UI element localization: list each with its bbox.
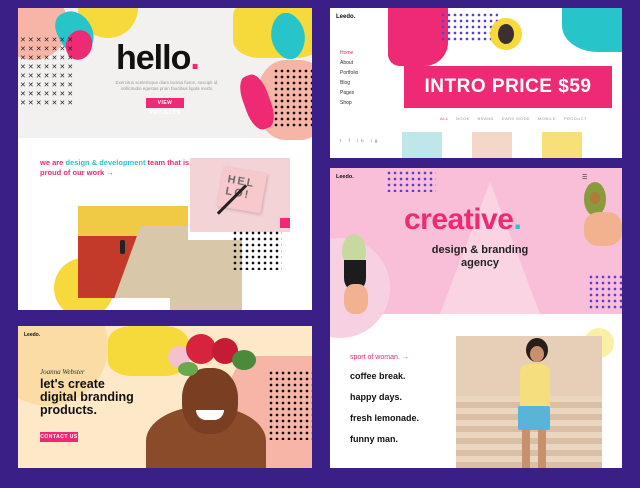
branding-headline: let's create digital branding products.	[40, 378, 160, 417]
photo-person	[120, 240, 125, 254]
filter-mobile[interactable]: MOBILE	[538, 116, 556, 121]
woman-photo	[456, 336, 602, 468]
hand-right	[584, 212, 622, 246]
woman-face	[530, 346, 544, 362]
hand-left	[344, 284, 368, 314]
filter-dark-mode[interactable]: DARK MODE	[502, 116, 531, 121]
hello-tagline: Exercitus scelerisque diam lacinia fusce…	[115, 80, 219, 91]
creative-hero	[330, 168, 622, 338]
hello-card-photo: HEL LO!	[190, 158, 290, 232]
linkedin-icon[interactable]: in	[357, 138, 367, 143]
social-links: t f in ig	[340, 138, 380, 143]
dot-pattern-bottom	[232, 230, 282, 270]
instagram-icon[interactable]: ig	[371, 138, 381, 143]
twitter-icon[interactable]: t	[340, 138, 344, 143]
view-projects-button[interactable]: VIEW PROJECTS	[146, 98, 184, 116]
avatar-circle	[490, 18, 522, 50]
dot-pattern-top	[440, 12, 498, 42]
avatar-photo	[498, 24, 514, 44]
menu-icon[interactable]: ☰	[582, 174, 587, 181]
team-headline: we are design & development team that is…	[40, 158, 190, 178]
filter-brand[interactable]: BRAND	[477, 116, 494, 121]
flower-crown	[168, 332, 260, 378]
sidebar-nav: Home About Portfolio Blog Pages Shop	[340, 48, 380, 108]
dot-pattern	[268, 370, 312, 440]
price-banner-text: INTRO PRICE $59	[424, 76, 592, 97]
dot-pattern-right	[273, 68, 312, 128]
nav-item-portfolio[interactable]: Portfolio	[340, 68, 380, 78]
list-item[interactable]: funny man.	[350, 429, 460, 450]
woman-shorts	[518, 406, 550, 430]
portfolio-filter: ALL BOOK BRAND DARK MODE MOBILE PRODUCT	[440, 116, 587, 121]
portfolio-thumb-2[interactable]	[472, 132, 512, 158]
logo: Leedo.	[336, 174, 354, 180]
nav-item-home[interactable]: Home	[340, 48, 380, 58]
headline-line-3: products.	[40, 403, 97, 417]
smile	[196, 410, 224, 420]
logo: Leedo.	[336, 14, 356, 20]
list-item[interactable]: happy days.	[350, 387, 460, 408]
avocado-pit	[590, 192, 600, 204]
title-accent-dot: .	[190, 39, 200, 77]
creative-template-preview[interactable]: Leedo. ☰ creative. design & branding age…	[330, 168, 622, 468]
filter-all[interactable]: ALL	[440, 116, 449, 121]
grid-icon[interactable]	[280, 218, 290, 228]
leaves	[232, 350, 256, 370]
portfolio-thumb-1[interactable]	[402, 132, 442, 158]
filter-book[interactable]: BOOK	[456, 116, 470, 121]
hello-template-preview[interactable]: ✕✕✕✕✕✕✕✕✕✕✕✕✕✕✕✕✕✕✕✕✕✕✕✕✕✕✕✕✕✕✕✕✕✕✕✕✕✕✕✕…	[18, 8, 312, 310]
creative-subtitle: design & branding agency	[400, 244, 560, 270]
nav-item-about[interactable]: About	[340, 58, 380, 68]
headline-accent: design & development	[65, 158, 146, 167]
portfolio-thumb-3[interactable]	[542, 132, 582, 158]
subtitle-line-1: design & branding	[431, 244, 529, 256]
filter-product[interactable]: PRODUCT	[564, 116, 587, 121]
headline-prefix: we are	[40, 158, 66, 167]
teal-shape-top	[562, 8, 622, 52]
signature: Joanna Webster	[40, 368, 85, 376]
dot-pattern-purple	[386, 170, 436, 192]
x-pattern-left: ✕✕✕✕✕✕✕✕✕✕✕✕✕✕✕✕✕✕✕✕✕✕✕✕✕✕✕✕✕✕✕✕✕✕✕✕✕✕✕✕…	[20, 36, 76, 107]
nav-item-pages[interactable]: Pages	[340, 88, 380, 98]
dot-pattern-purple-right	[588, 274, 622, 310]
leaves-left	[178, 362, 198, 376]
nav-item-blog[interactable]: Blog	[340, 78, 380, 88]
branding-template-preview[interactable]: Leedo. Joanna Webster let's create digit…	[18, 326, 312, 468]
woman-top	[520, 364, 550, 408]
list-item[interactable]: coffee break.	[350, 366, 460, 387]
facebook-icon[interactable]: f	[349, 138, 353, 143]
pink-brush-top	[388, 8, 448, 66]
creative-title: creative.	[404, 203, 522, 236]
arrow-right-icon: →	[401, 354, 409, 361]
sport-of-woman-link[interactable]: sport of woman. →	[350, 354, 409, 361]
price-banner: INTRO PRICE $59	[404, 66, 612, 108]
intro-price-template-preview[interactable]: Leedo. Home About Portfolio Blog Pages S…	[330, 8, 622, 158]
title-accent-dot: .	[513, 203, 522, 236]
list-item[interactable]: fresh lemonade.	[350, 408, 460, 429]
nav-item-shop[interactable]: Shop	[340, 98, 380, 108]
hello-title: hello.	[116, 39, 200, 77]
post-list: coffee break. happy days. fresh lemonade…	[350, 366, 460, 450]
woman-leg-left	[522, 430, 530, 468]
contact-us-button[interactable]: CONTACT US	[40, 432, 78, 442]
woman-leg-right	[538, 430, 546, 468]
subtitle-line-2: agency	[461, 257, 499, 269]
arrow-right-icon[interactable]: →	[106, 168, 114, 177]
logo: Leedo.	[24, 332, 41, 338]
avocado-half-right	[584, 182, 606, 216]
